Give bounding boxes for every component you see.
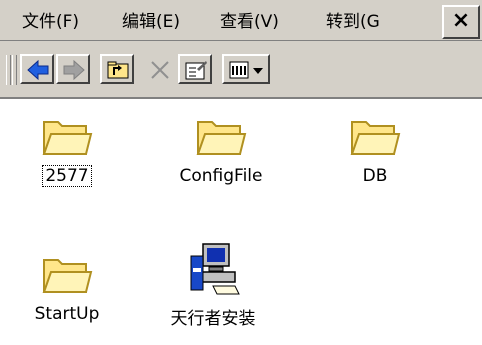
back-arrow-icon (27, 59, 49, 81)
folder-item-db[interactable]: DB (320, 112, 430, 186)
list-view-icon (229, 61, 263, 79)
folder-label: 2577 (42, 165, 92, 187)
up-folder-icon (107, 61, 129, 79)
delete-icon (151, 61, 169, 79)
menu-bar: 文件(F) 编辑(E) 查看(V) 转到(G × (0, 0, 482, 41)
folder-item-configfile[interactable]: ConfigFile (166, 112, 276, 186)
folder-icon (42, 121, 93, 155)
program-item-setup[interactable]: 天行者安装 (158, 240, 268, 329)
folder-label: ConfigFile (179, 166, 263, 186)
folder-icon (350, 121, 401, 155)
menu-edit[interactable]: 编辑(E) (122, 8, 180, 36)
toolbar-grip[interactable] (6, 55, 11, 85)
view-options-button[interactable] (222, 54, 270, 84)
close-button[interactable]: × (442, 5, 480, 39)
toolbar-grip[interactable] (12, 55, 17, 85)
folder-label: StartUp (34, 304, 100, 324)
toolbar (0, 41, 482, 99)
properties-button[interactable] (178, 54, 212, 84)
delete-button[interactable] (142, 54, 176, 84)
back-button[interactable] (20, 54, 54, 84)
folder-label: DB (362, 166, 388, 186)
dropdown-arrow-icon (253, 68, 263, 74)
forward-button[interactable] (56, 54, 90, 84)
folder-icon (196, 121, 247, 155)
folder-icon (42, 259, 93, 293)
folder-item-2577[interactable]: 2577 (12, 112, 122, 187)
menu-view[interactable]: 查看(V) (220, 8, 279, 36)
folder-item-startup[interactable]: StartUp (12, 250, 122, 324)
forward-arrow-icon (63, 59, 85, 81)
properties-icon (185, 61, 207, 80)
menu-file[interactable]: 文件(F) (22, 8, 79, 36)
menu-goto[interactable]: 转到(G (326, 8, 436, 36)
program-label: 天行者安装 (170, 309, 256, 329)
computer-setup-icon (190, 243, 240, 295)
up-folder-button[interactable] (100, 54, 134, 84)
